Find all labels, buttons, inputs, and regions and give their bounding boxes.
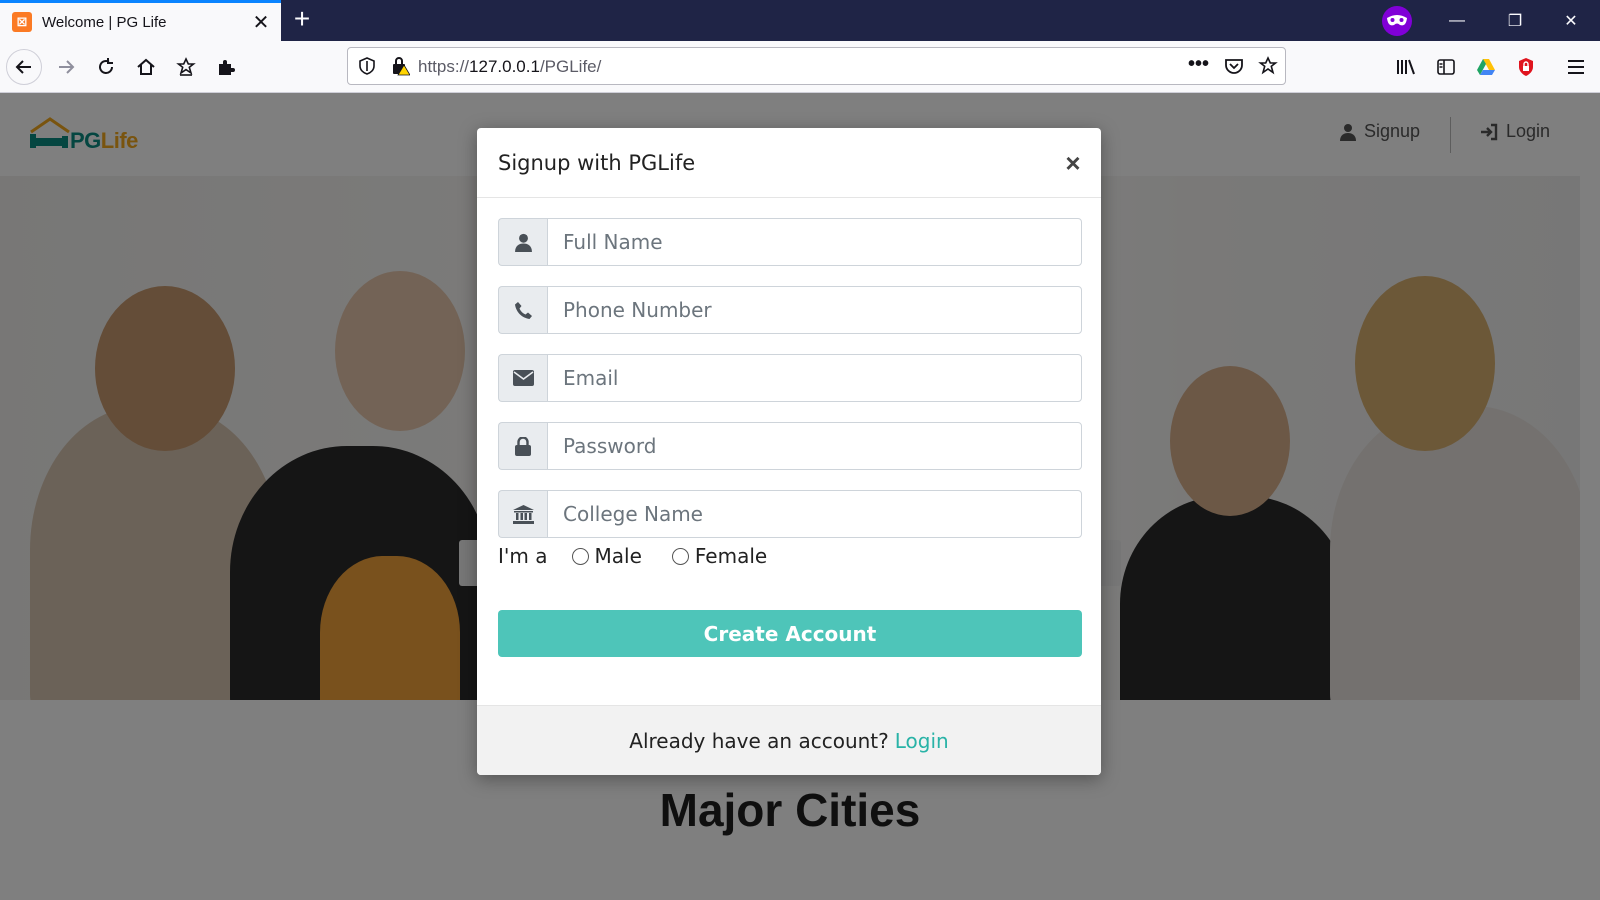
- tab-close-icon[interactable]: ✕: [249, 10, 273, 34]
- url-text: https://127.0.0.1/PGLife/: [418, 57, 602, 76]
- google-drive-icon[interactable]: [1468, 49, 1504, 85]
- back-icon[interactable]: [6, 49, 42, 85]
- footer-text: Already have an account?: [629, 728, 889, 753]
- menu-icon[interactable]: [1558, 49, 1594, 85]
- new-tab-icon[interactable]: +: [288, 5, 316, 34]
- modal-footer: Already have an account? Login: [477, 705, 1101, 775]
- college-group: [498, 490, 1082, 538]
- web-page: PGLife Signup Login Major Cities Signup …: [0, 93, 1600, 900]
- signup-modal: Signup with PGLife × Full Name Phone Num…: [477, 128, 1101, 775]
- tab-title: Welcome | PG Life: [42, 13, 167, 31]
- university-icon: [498, 490, 547, 538]
- restore-icon[interactable]: ❐: [1486, 0, 1544, 41]
- female-label: Female: [694, 544, 768, 568]
- gender-prompt: I'm a: [498, 544, 548, 568]
- extensions-icon[interactable]: [208, 49, 244, 85]
- url-bar[interactable]: https://127.0.0.1/PGLife/ •••: [347, 47, 1286, 85]
- shield-icon[interactable]: [358, 57, 376, 80]
- password-group: [498, 422, 1082, 470]
- modal-header: Signup with PGLife ×: [477, 128, 1101, 198]
- bookmark-icon[interactable]: [1258, 56, 1278, 81]
- reload-icon[interactable]: [88, 49, 124, 85]
- lock-icon: [498, 422, 547, 470]
- library-icon[interactable]: [1388, 49, 1424, 85]
- phone-icon: [498, 286, 547, 334]
- browser-tab[interactable]: ⊠ Welcome | PG Life ✕: [0, 0, 281, 41]
- phone-group: [498, 286, 1082, 334]
- phone-input[interactable]: [547, 286, 1082, 334]
- college-name-input[interactable]: [547, 490, 1082, 538]
- email-input[interactable]: [547, 354, 1082, 402]
- full-name-group: [498, 218, 1082, 266]
- minimize-icon[interactable]: —: [1428, 0, 1486, 41]
- password-input[interactable]: [547, 422, 1082, 470]
- footer-login-link[interactable]: Login: [895, 729, 949, 753]
- insecure-lock-icon[interactable]: [390, 56, 411, 81]
- user-icon: [498, 218, 547, 266]
- forward-icon[interactable]: [48, 49, 84, 85]
- adblock-shield-icon[interactable]: [1508, 49, 1544, 85]
- modal-close-icon[interactable]: ×: [1060, 148, 1086, 178]
- male-radio[interactable]: [571, 547, 589, 565]
- create-account-button[interactable]: Create Account: [498, 610, 1082, 657]
- window-close-icon[interactable]: ✕: [1542, 0, 1600, 41]
- browser-toolbar: https://127.0.0.1/PGLife/ •••: [0, 41, 1600, 93]
- modal-title: Signup with PGLife: [498, 151, 696, 175]
- home-icon[interactable]: [128, 49, 164, 85]
- female-radio[interactable]: [671, 547, 689, 565]
- email-group: [498, 354, 1082, 402]
- browser-tab-strip: ⊠ Welcome | PG Life ✕ + — ❐ ✕: [0, 0, 1600, 41]
- pocket-icon[interactable]: [1224, 56, 1244, 81]
- bookmark-star-icon[interactable]: [168, 49, 204, 85]
- sidebar-icon[interactable]: [1428, 49, 1464, 85]
- xampp-icon: ⊠: [12, 12, 32, 32]
- gender-selector: I'm a Male Female: [498, 541, 767, 571]
- page-actions-icon[interactable]: •••: [1188, 53, 1209, 76]
- envelope-icon: [498, 354, 547, 402]
- male-label: Male: [594, 544, 642, 568]
- gender-female-option[interactable]: Female: [671, 544, 768, 568]
- private-browsing-icon: [1382, 6, 1412, 36]
- full-name-input[interactable]: [547, 218, 1082, 266]
- gender-male-option[interactable]: Male: [571, 544, 642, 568]
